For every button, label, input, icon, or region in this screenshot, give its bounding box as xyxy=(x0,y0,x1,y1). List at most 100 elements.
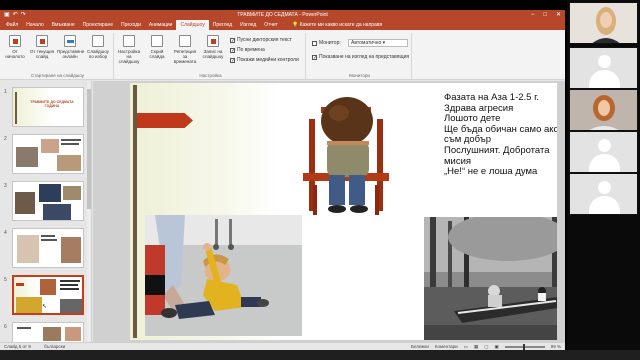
scrollbar-thumb[interactable] xyxy=(87,89,91,209)
maximize-button[interactable]: □ xyxy=(543,10,547,20)
from-current-button[interactable]: От текущия слайд xyxy=(29,35,55,59)
thumbnail-preview xyxy=(12,181,84,221)
avatar xyxy=(589,70,620,88)
current-slide[interactable]: Фазата на Аза 1-2.5 г. Здрава агресия Ло… xyxy=(130,83,557,340)
status-bar: Слайд 5 от 9 български Бележки Коментари… xyxy=(0,342,565,350)
comments-button[interactable]: Коментари xyxy=(435,343,458,350)
slide-number: 1 xyxy=(4,89,7,95)
slide-arrow-shape[interactable] xyxy=(137,113,193,128)
tab-view[interactable]: Изглед xyxy=(236,20,260,30)
slideshow-view-icon[interactable]: ▣ xyxy=(494,343,498,350)
thumb-photo xyxy=(65,327,81,341)
text-line: „Не!“ не е лоша дума xyxy=(444,166,538,178)
thumbnail-preview xyxy=(12,322,84,342)
present-online-button[interactable]: Представяне онлайн xyxy=(57,35,84,59)
notes-button[interactable]: Бележки xyxy=(411,343,429,350)
zoom-slider[interactable] xyxy=(504,343,545,350)
thumb-text xyxy=(41,235,55,237)
tab-animations[interactable]: Анимации xyxy=(145,20,177,30)
participant-video-tile[interactable] xyxy=(569,2,638,44)
play-narrations-checkbox[interactable]: ✓ Пусни дикторския текст xyxy=(230,37,292,43)
tantrum-illustration xyxy=(145,215,302,336)
tab-home[interactable]: Начало xyxy=(22,20,47,30)
thumb-text xyxy=(60,284,78,286)
tab-insert[interactable]: Вмъкване xyxy=(48,20,79,30)
slide-thumbnail-selected[interactable]: 5 ↖ xyxy=(2,275,88,315)
slideshow-icon xyxy=(9,35,21,47)
text-line: Послушният. Добротата xyxy=(444,144,550,156)
avatar xyxy=(589,154,620,172)
participant-video-tile[interactable] xyxy=(569,131,638,173)
thumbnail-preview: ↖ xyxy=(12,275,84,315)
presenter-view-checkbox[interactable]: ✓ Показване на изглед на представящия xyxy=(312,54,409,60)
slide-thumbnail[interactable]: 2 xyxy=(2,134,88,174)
use-timings-checkbox[interactable]: ✓ По времена xyxy=(230,47,265,53)
redo-icon[interactable]: ↷ xyxy=(21,10,26,20)
tab-transitions[interactable]: Преходи xyxy=(117,20,145,30)
participant-video-tile[interactable] xyxy=(569,173,638,215)
tell-me-box[interactable]: 💡 Кажете ми какво искате да направя xyxy=(292,20,382,30)
rehearse-button[interactable]: Репетиция за времената xyxy=(172,35,198,64)
tab-file[interactable]: Файл xyxy=(2,20,22,30)
thumb-title: ТРАВМИТЕ ДО СЕДМАТА ГОДИНА xyxy=(30,100,74,108)
ribbon-group-setup: Настройка на слайдшоу Скрий слайда Репет… xyxy=(116,33,306,79)
thumb-text xyxy=(41,239,57,241)
normal-view-icon[interactable]: ▭ xyxy=(464,343,468,350)
use-timings-label: По времена xyxy=(237,47,265,53)
group-label-start: Стартиране на слайдшоу xyxy=(30,73,85,78)
text-line: Фазата на Аза 1-2.5 г. xyxy=(444,92,540,103)
reading-view-icon[interactable]: ▢ xyxy=(484,343,488,350)
thumb-line xyxy=(15,92,17,124)
tab-review[interactable]: Преглед xyxy=(209,20,236,30)
participant-video-tile[interactable] xyxy=(569,89,638,131)
setup-show-button[interactable]: Настройка на слайдшоу xyxy=(116,35,142,64)
slide-accent-line xyxy=(133,85,137,338)
video-call-panel xyxy=(567,0,640,360)
show-media-checkbox[interactable]: ✓ Покажи медийни контроли xyxy=(230,57,299,63)
setup-icon xyxy=(123,35,135,47)
close-button[interactable]: ✕ xyxy=(556,10,561,20)
zoom-level[interactable]: 99 % xyxy=(551,343,561,350)
slide-thumbnail[interactable]: 4 xyxy=(2,228,88,268)
from-current-label: От текущия слайд xyxy=(29,49,55,59)
record-button[interactable]: Запис на слайдшоу xyxy=(200,35,226,59)
thumbnail-preview xyxy=(12,228,84,268)
slide-thumbnail[interactable]: 6 xyxy=(2,322,88,342)
thumbnail-scrollbar[interactable] xyxy=(87,81,91,342)
minimize-button[interactable]: − xyxy=(531,10,535,20)
custom-show-label: Слайдшоу по избор xyxy=(87,49,109,59)
group-label-monitors: Монитори xyxy=(349,73,370,78)
screen: ▣ ↶ ↷ ТРАВМИТЕ ДО СЕДМАТА - PowerPoint −… xyxy=(0,0,640,360)
tab-design[interactable]: Проектиране xyxy=(79,20,117,30)
slide-thumbnail[interactable]: 3 xyxy=(2,181,88,221)
ribbon-group-start: От началото От текущия слайд Представяне… xyxy=(2,33,114,79)
slide-thumbnail[interactable]: 1 ТРАВМИТЕ ДО СЕДМАТА ГОДИНА xyxy=(2,87,88,127)
from-start-button[interactable]: От началото xyxy=(2,35,28,59)
photo-boat-bw[interactable] xyxy=(424,217,557,340)
monitor-select[interactable]: Автоматично ▾ xyxy=(348,39,408,47)
monitor-icon xyxy=(312,40,317,46)
participant-avatar xyxy=(570,90,637,130)
hide-slide-icon xyxy=(151,35,163,47)
monitor-label-text: Монитор: xyxy=(319,40,341,46)
save-icon[interactable]: ▣ xyxy=(4,10,10,20)
photo-tantrum-child[interactable] xyxy=(145,215,302,336)
slide-edit-area: Фазата на Аза 1-2.5 г. Здрава агресия Ло… xyxy=(93,81,565,342)
sorter-view-icon[interactable]: ▦ xyxy=(474,343,478,350)
checkbox-icon: ✓ xyxy=(230,47,236,54)
thumb-photo xyxy=(61,237,81,263)
language-indicator[interactable]: български xyxy=(44,343,65,350)
tab-record[interactable]: Отчет xyxy=(260,20,282,30)
participant-video-tile[interactable] xyxy=(569,47,638,89)
quick-access-toolbar: ▣ ↶ ↷ xyxy=(4,10,26,20)
custom-show-button[interactable]: Слайдшоу по избор xyxy=(85,35,111,59)
hide-slide-button[interactable]: Скрий слайда xyxy=(144,35,170,59)
photo-child-chair[interactable] xyxy=(287,89,404,217)
undo-icon[interactable]: ↶ xyxy=(13,10,18,20)
thumb-photo xyxy=(17,235,39,263)
monitor-select-value: Автоматично xyxy=(351,40,382,46)
slide-body-text[interactable]: Фазата на Аза 1-2.5 г. Здрава агресия Ло… xyxy=(444,92,557,178)
tab-slideshow[interactable]: Слайдшоу xyxy=(176,20,209,30)
avatar xyxy=(598,139,611,152)
group-label-setup: Настройка xyxy=(199,73,222,78)
